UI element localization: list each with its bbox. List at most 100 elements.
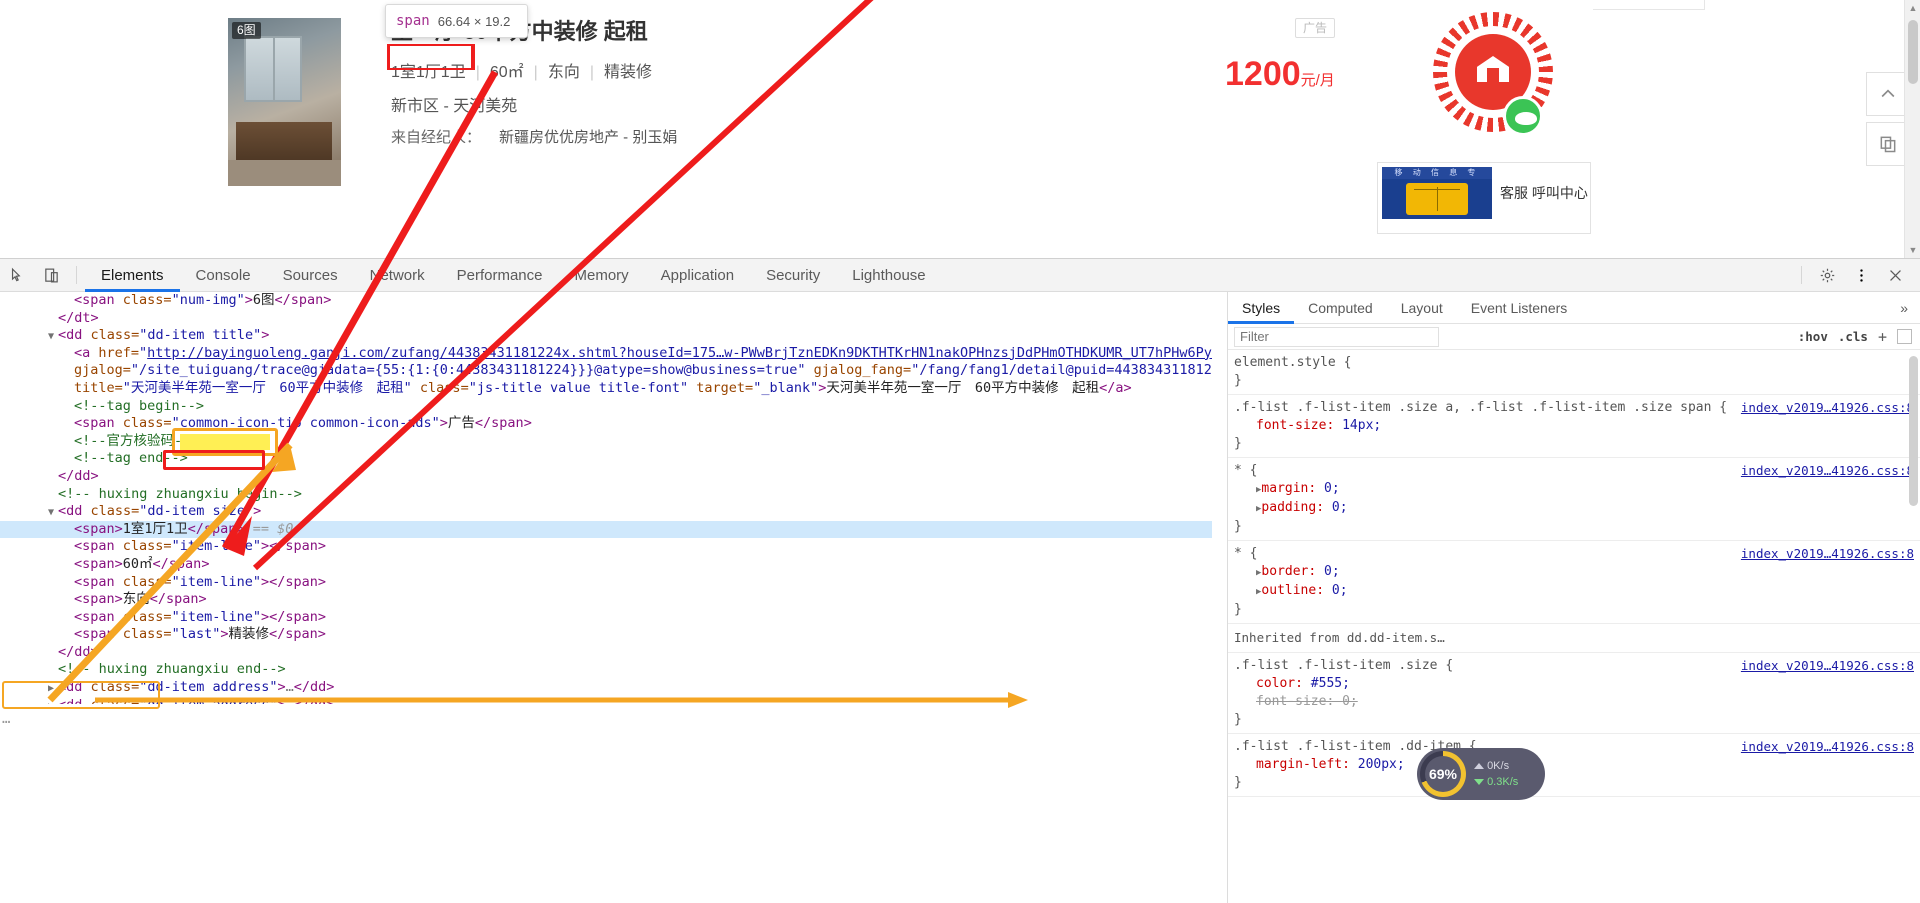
dom-tree-row[interactable]: <span class="item-line"></span> bbox=[0, 574, 1212, 592]
tab-elements[interactable]: Elements bbox=[85, 259, 180, 292]
scrollbar-up-arrow[interactable]: ▲ bbox=[1905, 0, 1920, 16]
inherited-style-rule[interactable]: index_v2019…41926.css:8 .f-list .f-list-i… bbox=[1228, 653, 1920, 734]
style-selector[interactable]: element.style { bbox=[1234, 354, 1920, 372]
style-rule[interactable]: index_v2019…41926.css:8 * {▶ margin: 0; ▶ … bbox=[1228, 458, 1920, 541]
dom-tree-row-selected[interactable]: <span>1室1厅1卫</span> == $0 bbox=[0, 520, 1212, 539]
dom-tree-row[interactable]: title="天河美半年苑一室一厅 60平方中装修 起租" class="js-… bbox=[0, 380, 1212, 398]
styles-scrollbar[interactable] bbox=[1907, 350, 1920, 903]
network-percent: 69% bbox=[1425, 756, 1461, 792]
hov-toggle[interactable]: :hov bbox=[1798, 329, 1828, 344]
style-rule[interactable]: index_v2019…41926.css:8 .f-list .f-list-i… bbox=[1228, 395, 1920, 458]
inherited-style-rule[interactable]: index_v2019…41926.css:8 .f-list .f-list-i… bbox=[1228, 734, 1920, 797]
dom-tree-row[interactable]: <!-- huxing zhuangxiu end--> bbox=[0, 661, 1212, 679]
style-source-link[interactable]: index_v2019…41926.css:8 bbox=[1741, 738, 1914, 756]
dom-tree-row[interactable]: gjalog="/site_tuiguang/trace@gjadata={55… bbox=[0, 362, 1212, 380]
tab-memory[interactable]: Memory bbox=[559, 259, 645, 292]
code-token-tag: <span> bbox=[74, 591, 123, 608]
style-property-value[interactable]: 0; bbox=[1332, 500, 1348, 515]
style-rule[interactable]: element.style {} bbox=[1228, 350, 1920, 395]
style-property-value[interactable]: 0; bbox=[1324, 481, 1340, 496]
expand-twisty-closed-icon[interactable]: ▶ bbox=[48, 698, 58, 704]
style-source-link[interactable]: index_v2019…41926.css:8 bbox=[1741, 462, 1914, 480]
dom-tree-row[interactable]: </dt> bbox=[0, 310, 1212, 328]
style-property-value[interactable]: 0; bbox=[1324, 564, 1340, 579]
tab-application[interactable]: Application bbox=[645, 259, 750, 292]
dom-tree-row[interactable]: </dd> bbox=[0, 644, 1212, 662]
styles-more-tabs-button[interactable]: » bbox=[1888, 300, 1920, 316]
style-declaration[interactable]: font-size: 14px; bbox=[1234, 417, 1920, 435]
style-declaration[interactable]: ▶ padding: 0; bbox=[1234, 499, 1920, 518]
dom-tree-row[interactable]: ▼ <dd class="dd-item size"> bbox=[0, 503, 1212, 521]
style-property-value[interactable]: 14px; bbox=[1342, 418, 1381, 433]
tab-computed[interactable]: Computed bbox=[1294, 292, 1387, 324]
tab-event-listeners[interactable]: Event Listeners bbox=[1457, 292, 1582, 324]
style-source-link[interactable]: index_v2019…41926.css:8 bbox=[1741, 545, 1914, 563]
tab-layout[interactable]: Layout bbox=[1387, 292, 1457, 324]
expand-twisty-open-icon[interactable]: ▼ bbox=[48, 328, 58, 346]
dom-tree-row[interactable]: <!--tag end--> bbox=[0, 450, 1212, 468]
network-rates: 0K/s 0.3K/s bbox=[1474, 758, 1518, 790]
style-property-value[interactable]: 200px; bbox=[1358, 757, 1405, 772]
expand-twisty-closed-icon[interactable]: ▶ bbox=[48, 680, 58, 698]
inspect-element-icon[interactable] bbox=[0, 259, 34, 291]
tab-styles[interactable]: Styles bbox=[1228, 292, 1294, 324]
settings-gear-icon[interactable] bbox=[1810, 259, 1844, 291]
network-speed-widget[interactable]: 69% 0K/s 0.3K/s bbox=[1417, 748, 1545, 800]
dom-tree-row[interactable]: <span class="common-icon-tip common-icon… bbox=[0, 415, 1212, 433]
dom-tree-row[interactable]: <span class="num-img">6图</span> bbox=[0, 292, 1212, 310]
styles-scroll-thumb[interactable] bbox=[1909, 356, 1918, 506]
style-rule[interactable]: index_v2019…41926.css:8 * {▶ border: 0; ▶ … bbox=[1228, 541, 1920, 624]
dom-tree-row[interactable]: </dd> bbox=[0, 468, 1212, 486]
device-toolbar-icon[interactable] bbox=[34, 259, 68, 291]
scrollbar-thumb[interactable] bbox=[1908, 20, 1918, 84]
tab-performance[interactable]: Performance bbox=[441, 259, 559, 292]
tab-security[interactable]: Security bbox=[750, 259, 836, 292]
style-source-link[interactable]: index_v2019…41926.css:8 bbox=[1741, 657, 1914, 675]
style-property-value[interactable]: #555; bbox=[1311, 676, 1350, 691]
dom-tree-row[interactable]: <!--官方核验码--> bbox=[0, 433, 1212, 451]
style-property-value[interactable]: 0; bbox=[1342, 694, 1358, 709]
qr-promo-card[interactable] bbox=[1385, 0, 1593, 160]
style-declaration[interactable]: font-size: 0; bbox=[1234, 693, 1920, 711]
style-declaration[interactable]: margin-left: 200px; bbox=[1234, 756, 1920, 774]
dom-tree-row[interactable]: <span class="item-line"></span> bbox=[0, 609, 1212, 627]
code-token-tag: </span> bbox=[474, 415, 532, 432]
cls-toggle[interactable]: .cls bbox=[1838, 329, 1868, 344]
dom-tree-row[interactable]: <span>60㎡</span> bbox=[0, 556, 1212, 574]
inspector-tooltip-tag: span bbox=[396, 13, 430, 29]
page-scrollbar[interactable]: ▲ ▼ bbox=[1904, 0, 1920, 258]
more-vertical-icon[interactable] bbox=[1844, 259, 1878, 291]
tab-lighthouse[interactable]: Lighthouse bbox=[836, 259, 941, 292]
service-card[interactable]: 移 动 信 息 专 客服 呼叫中心 bbox=[1377, 162, 1591, 234]
scrollbar-down-arrow[interactable]: ▼ bbox=[1905, 242, 1920, 258]
new-style-rule-button[interactable]: + bbox=[1878, 328, 1887, 346]
styles-filter-input[interactable] bbox=[1234, 326, 1439, 347]
style-source-link[interactable]: index_v2019…41926.css:8 bbox=[1741, 399, 1914, 417]
dom-tree-row[interactable]: <span class="last">精装修</span> bbox=[0, 626, 1212, 644]
dom-tree-row[interactable]: <a href="http://bayinguoleng.ganji.com/z… bbox=[0, 345, 1212, 363]
code-token-link[interactable]: http://bayinguoleng.ganji.com/zufang/443… bbox=[147, 345, 1212, 361]
tab-console[interactable]: Console bbox=[180, 259, 267, 292]
dom-tree-row[interactable]: ▶<dd class="dd-item address">…</dd> bbox=[0, 679, 1212, 697]
dom-tree-row[interactable]: <!-- huxing zhuangxiu begin--> bbox=[0, 486, 1212, 504]
dom-tree-row[interactable]: ▼ <dd class="dd-item title"> bbox=[0, 327, 1212, 345]
dom-tree-row[interactable]: <span class="item-line"></span> bbox=[0, 538, 1212, 556]
agent-name[interactable]: 新疆房优优房地产 - 别玉娟 bbox=[499, 129, 677, 146]
style-declaration[interactable]: ▶ border: 0; bbox=[1234, 563, 1920, 582]
listing-thumbnail[interactable]: 6图 bbox=[228, 18, 341, 186]
dom-tree-row[interactable]: ▶<dd class="dd-item address">…</dd> bbox=[0, 697, 1212, 704]
dom-tree-row[interactable]: <!--tag begin--> bbox=[0, 398, 1212, 416]
style-declaration[interactable]: ▶ margin: 0; bbox=[1234, 480, 1920, 499]
toggle-sidebar-icon[interactable] bbox=[1897, 329, 1912, 344]
style-property-value[interactable]: 0; bbox=[1332, 583, 1348, 598]
style-declaration[interactable]: color: #555; bbox=[1234, 675, 1920, 693]
close-icon[interactable] bbox=[1878, 259, 1912, 291]
expand-twisty-open-icon[interactable]: ▼ bbox=[48, 504, 58, 522]
style-declaration[interactable]: ▶ outline: 0; bbox=[1234, 582, 1920, 601]
listing-address[interactable]: 新市区 - 天河美苑 bbox=[391, 92, 517, 116]
dom-tree-pane[interactable]: <span class="num-img">6图</span> </dt> ▼ <dd… bbox=[0, 292, 1212, 704]
dom-tree-row[interactable]: <span>东向</span> bbox=[0, 591, 1212, 609]
tab-network[interactable]: Network bbox=[354, 259, 441, 292]
styles-rules-list[interactable]: element.style {} index_v2019…41926.css:8.… bbox=[1228, 350, 1920, 903]
tab-sources[interactable]: Sources bbox=[267, 259, 354, 292]
